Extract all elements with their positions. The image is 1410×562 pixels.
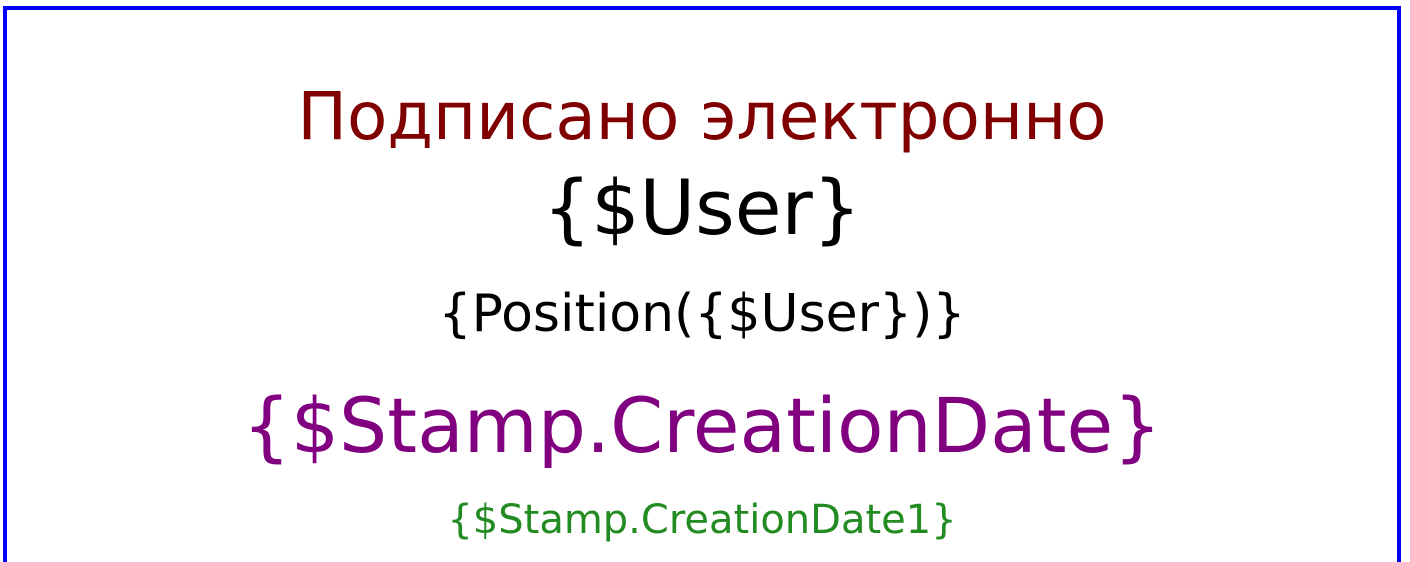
- signature-stamp: Подписано электронно {$User} {Position({…: [3, 6, 1401, 562]
- stamp-position: {Position({$User})}: [438, 284, 966, 344]
- stamp-creation-date: {$Stamp.CreationDate}: [242, 381, 1162, 470]
- stamp-title: Подписано электронно: [297, 78, 1107, 155]
- stamp-user: {$User}: [542, 163, 862, 252]
- stamp-creation-date1: {$Stamp.CreationDate1}: [447, 497, 957, 543]
